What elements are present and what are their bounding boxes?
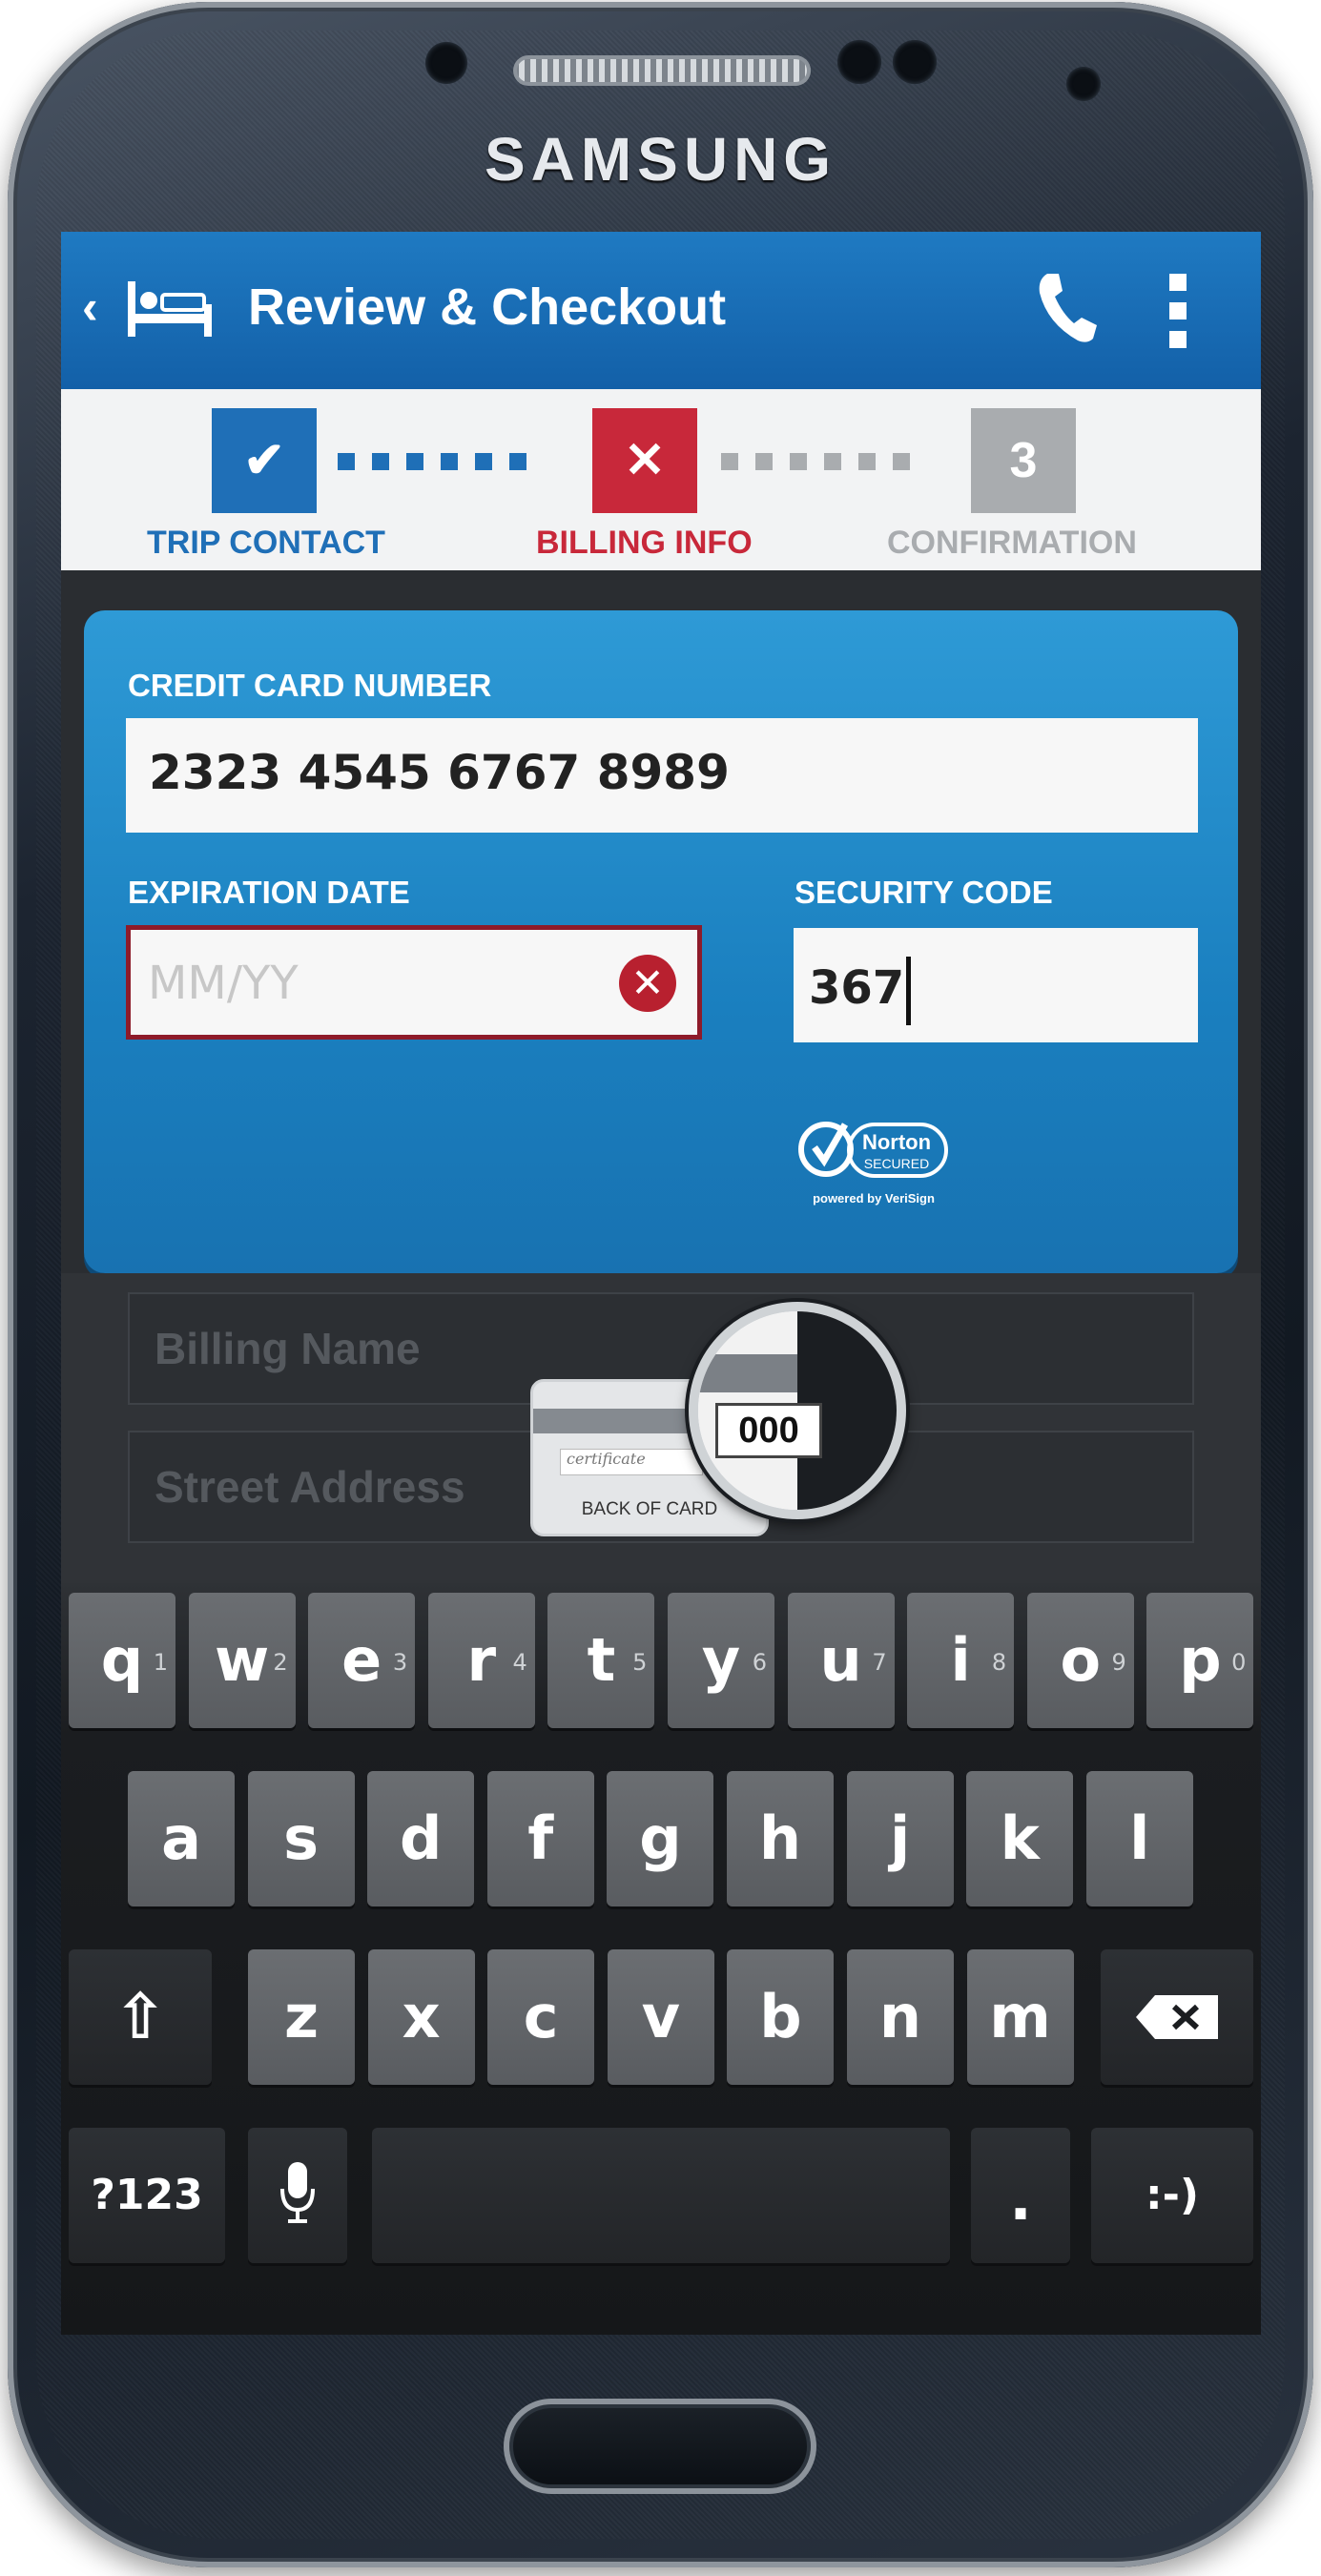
security-code-value: 367 [809, 961, 905, 1015]
key-u[interactable]: u7 [787, 1593, 895, 1728]
proximity-sensor [837, 40, 881, 84]
credit-card-panel: CREDIT CARD NUMBER 2323 4545 6767 8989 E… [84, 610, 1238, 1273]
microphone-icon [280, 2162, 315, 2223]
shift-key[interactable]: ⇧ [69, 1949, 212, 2085]
key-k[interactable]: k [966, 1771, 1074, 1906]
light-sensor [893, 40, 937, 84]
home-button[interactable] [504, 2399, 816, 2494]
key-r[interactable]: r4 [427, 1593, 535, 1728]
front-camera [425, 42, 467, 84]
key-label: w [214, 1625, 270, 1695]
step-label-trip-contact[interactable]: TRIP CONTACT [147, 525, 385, 562]
norton-secured-badge: Norton SECURED powered by VeriSign [798, 1122, 948, 1206]
key-b[interactable]: b [727, 1949, 835, 2085]
error-x-icon[interactable]: ✕ [619, 955, 676, 1012]
symbols-key[interactable]: ?123 [69, 2128, 225, 2263]
key-x[interactable]: x [367, 1949, 475, 2085]
page-title: Review & Checkout [248, 278, 727, 336]
backspace-icon [1136, 1995, 1218, 2039]
key-alt-label: 1 [153, 1649, 168, 1676]
cvv-example-code: 000 [715, 1403, 822, 1458]
key-e[interactable]: e3 [308, 1593, 416, 1728]
security-code-input[interactable]: 367 [794, 928, 1198, 1042]
checkout-stepper: ✔ ✕ 3 TRIP CONTACT BILLING INFO CONFIRMA… [61, 389, 1261, 570]
key-h[interactable]: h [727, 1771, 834, 1906]
key-a[interactable]: a [128, 1771, 235, 1906]
step-label-confirmation[interactable]: CONFIRMATION [887, 525, 1137, 562]
space-bar[interactable] [372, 2128, 950, 2263]
voice-input-key[interactable] [248, 2128, 347, 2263]
key-label: p [1179, 1625, 1222, 1695]
card-number-input[interactable]: 2323 4545 6767 8989 [126, 718, 1198, 833]
norton-secured-text: SECURED [864, 1156, 929, 1171]
key-v[interactable]: v [607, 1949, 714, 2085]
key-w[interactable]: w2 [188, 1593, 296, 1728]
step-trip-contact-check-icon[interactable]: ✔ [212, 408, 317, 513]
key-alt-label: 4 [512, 1649, 527, 1676]
key-f[interactable]: f [486, 1771, 594, 1906]
earpiece-speaker [513, 55, 811, 86]
norton-powered-text: powered by VeriSign [813, 1191, 935, 1206]
key-p[interactable]: p0 [1146, 1593, 1254, 1728]
app-screen: ‹ Review & Checkout ✔ ✕ 3 TRIP CONTACT B… [61, 232, 1261, 2335]
camera-lens [1066, 67, 1101, 101]
key-label: r [466, 1625, 497, 1695]
key-l[interactable]: l [1085, 1771, 1193, 1906]
backspace-key[interactable] [1101, 1949, 1253, 2085]
key-label: t [587, 1625, 616, 1695]
key-z[interactable]: z [248, 1949, 355, 2085]
key-n[interactable]: n [847, 1949, 954, 2085]
key-d[interactable]: d [367, 1771, 475, 1906]
key-alt-label: 3 [392, 1649, 408, 1676]
step-billing-error-icon[interactable]: ✕ [592, 408, 697, 513]
period-key[interactable]: . [971, 2128, 1070, 2263]
step-label-billing-info[interactable]: BILLING INFO [536, 525, 753, 562]
key-o[interactable]: o9 [1026, 1593, 1134, 1728]
key-g[interactable]: g [607, 1771, 714, 1906]
card-number-label: CREDIT CARD NUMBER [128, 668, 492, 703]
step-connector [721, 453, 910, 470]
text-cursor [906, 957, 912, 1025]
key-q[interactable]: q1 [69, 1593, 175, 1728]
expiration-placeholder: MM/YY [148, 957, 299, 1010]
key-c[interactable]: c [487, 1949, 595, 2085]
key-s[interactable]: s [247, 1771, 355, 1906]
key-alt-label: 5 [632, 1649, 648, 1676]
key-alt-label: 9 [1111, 1649, 1126, 1676]
key-label: o [1060, 1625, 1102, 1695]
key-y[interactable]: y6 [668, 1593, 774, 1728]
app-bar: ‹ Review & Checkout [61, 232, 1261, 389]
key-label: q [100, 1625, 144, 1695]
key-label: u [819, 1625, 862, 1695]
step-confirmation-number[interactable]: 3 [971, 408, 1076, 513]
step-connector [338, 453, 526, 470]
norton-name: Norton [862, 1130, 931, 1154]
device-brand: SAMSUNG [484, 125, 837, 194]
emoticon-key[interactable]: :-) [1091, 2128, 1253, 2263]
phone-call-icon[interactable] [1034, 270, 1101, 346]
key-label: i [950, 1625, 971, 1695]
key-i[interactable]: i8 [907, 1593, 1015, 1728]
signature-strip: certificate [560, 1449, 703, 1475]
key-alt-label: 6 [752, 1649, 767, 1676]
hotel-bed-icon[interactable] [126, 279, 214, 339]
cvv-magnifier: 000 [689, 1302, 906, 1519]
key-m[interactable]: m [966, 1949, 1074, 2085]
key-label: e [341, 1625, 382, 1695]
overflow-menu-icon[interactable] [1169, 274, 1188, 350]
key-t[interactable]: t5 [547, 1593, 655, 1728]
expiration-label: EXPIRATION DATE [128, 875, 410, 910]
key-alt-label: 2 [273, 1649, 288, 1676]
expiration-input[interactable]: MM/YY ✕ [126, 925, 702, 1040]
security-code-label: SECURITY CODE [795, 875, 1053, 910]
back-icon[interactable]: ‹ [82, 279, 98, 335]
key-alt-label: 0 [1231, 1649, 1247, 1676]
key-alt-label: 8 [991, 1649, 1007, 1676]
key-alt-label: 7 [872, 1649, 887, 1676]
key-j[interactable]: j [846, 1771, 954, 1906]
key-label: y [701, 1625, 741, 1695]
soft-keyboard: q1w2e3r4t5y6u7i8o9p0 asdfghjkl zxcvbnm ⇧… [61, 1583, 1261, 2335]
